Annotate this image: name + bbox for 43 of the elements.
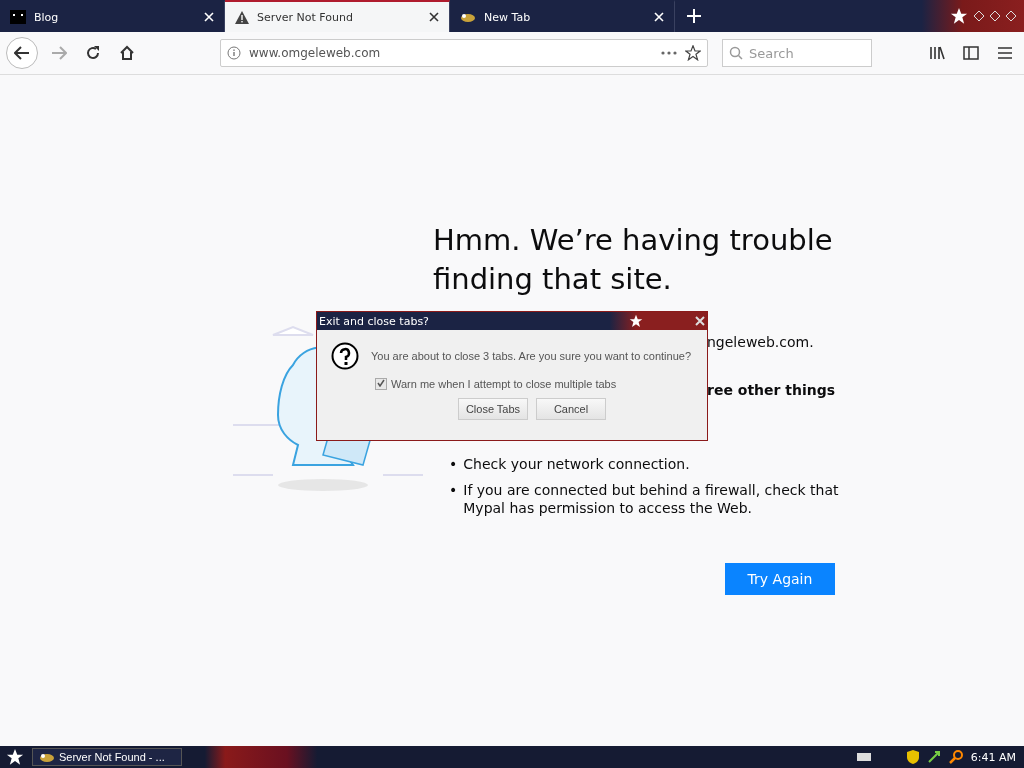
reload-icon[interactable] xyxy=(85,45,101,61)
terminal-icon xyxy=(10,10,26,24)
dialog-button[interactable]: Close Tabs xyxy=(458,398,528,420)
bookmark-star-icon[interactable] xyxy=(685,45,701,61)
back-button[interactable] xyxy=(6,37,38,69)
suggestion-text: Check your network connection. xyxy=(463,455,690,473)
keyboard-icon xyxy=(856,753,871,761)
dialog-message: You are about to close 3 tabs. Are you sure you want to continue? xyxy=(371,350,692,362)
taskbar-task[interactable]: Server Not Found - ... xyxy=(32,748,182,766)
close-icon[interactable] xyxy=(429,12,439,22)
error-text: ree other things xyxy=(707,381,836,399)
warning-icon xyxy=(235,10,249,24)
home-icon[interactable] xyxy=(119,45,135,61)
mascot-icon xyxy=(39,751,55,763)
error-text: ngeleweb.com. xyxy=(707,333,814,351)
menu-icon[interactable] xyxy=(998,47,1012,59)
clock: 6:41 AM xyxy=(970,750,1016,764)
suggestion-text: If you are connected but behind a firewall, check that Mypal has permission to access the Web. xyxy=(463,481,840,517)
new-tab-icon[interactable] xyxy=(687,9,701,23)
mascot-icon xyxy=(460,11,476,23)
bullet-mark: • xyxy=(449,481,458,499)
warn-checkbox[interactable]: Warn me when I attempt to close multiple tabs xyxy=(375,378,693,390)
try-again-button[interactable]: Try Again xyxy=(725,563,835,595)
search-icon xyxy=(948,750,963,764)
network-icon xyxy=(926,750,941,764)
back-arrow-icon xyxy=(14,46,30,60)
search-icon xyxy=(729,46,743,60)
star-icon xyxy=(950,7,968,25)
dialog-button[interactable]: Cancel xyxy=(536,398,606,420)
info-icon[interactable] xyxy=(227,46,241,60)
error-title: Hmm. We’re having trouble finding that site. xyxy=(433,222,834,298)
address-field[interactable]: www.omgeleweb.com xyxy=(220,39,708,67)
library-icon[interactable] xyxy=(929,46,945,60)
start-icon xyxy=(6,748,24,766)
dialog-title: Exit and close tabs? xyxy=(319,314,430,328)
star-icon xyxy=(629,314,643,328)
more-icon[interactable] xyxy=(661,51,677,55)
browser-tab[interactable]: Server Not Found xyxy=(225,0,450,32)
question-icon xyxy=(331,342,359,370)
sidebar-icon[interactable] xyxy=(963,46,979,60)
bullet-mark: • xyxy=(449,455,458,473)
checkbox[interactable] xyxy=(375,378,387,390)
shield-icon xyxy=(906,750,919,764)
